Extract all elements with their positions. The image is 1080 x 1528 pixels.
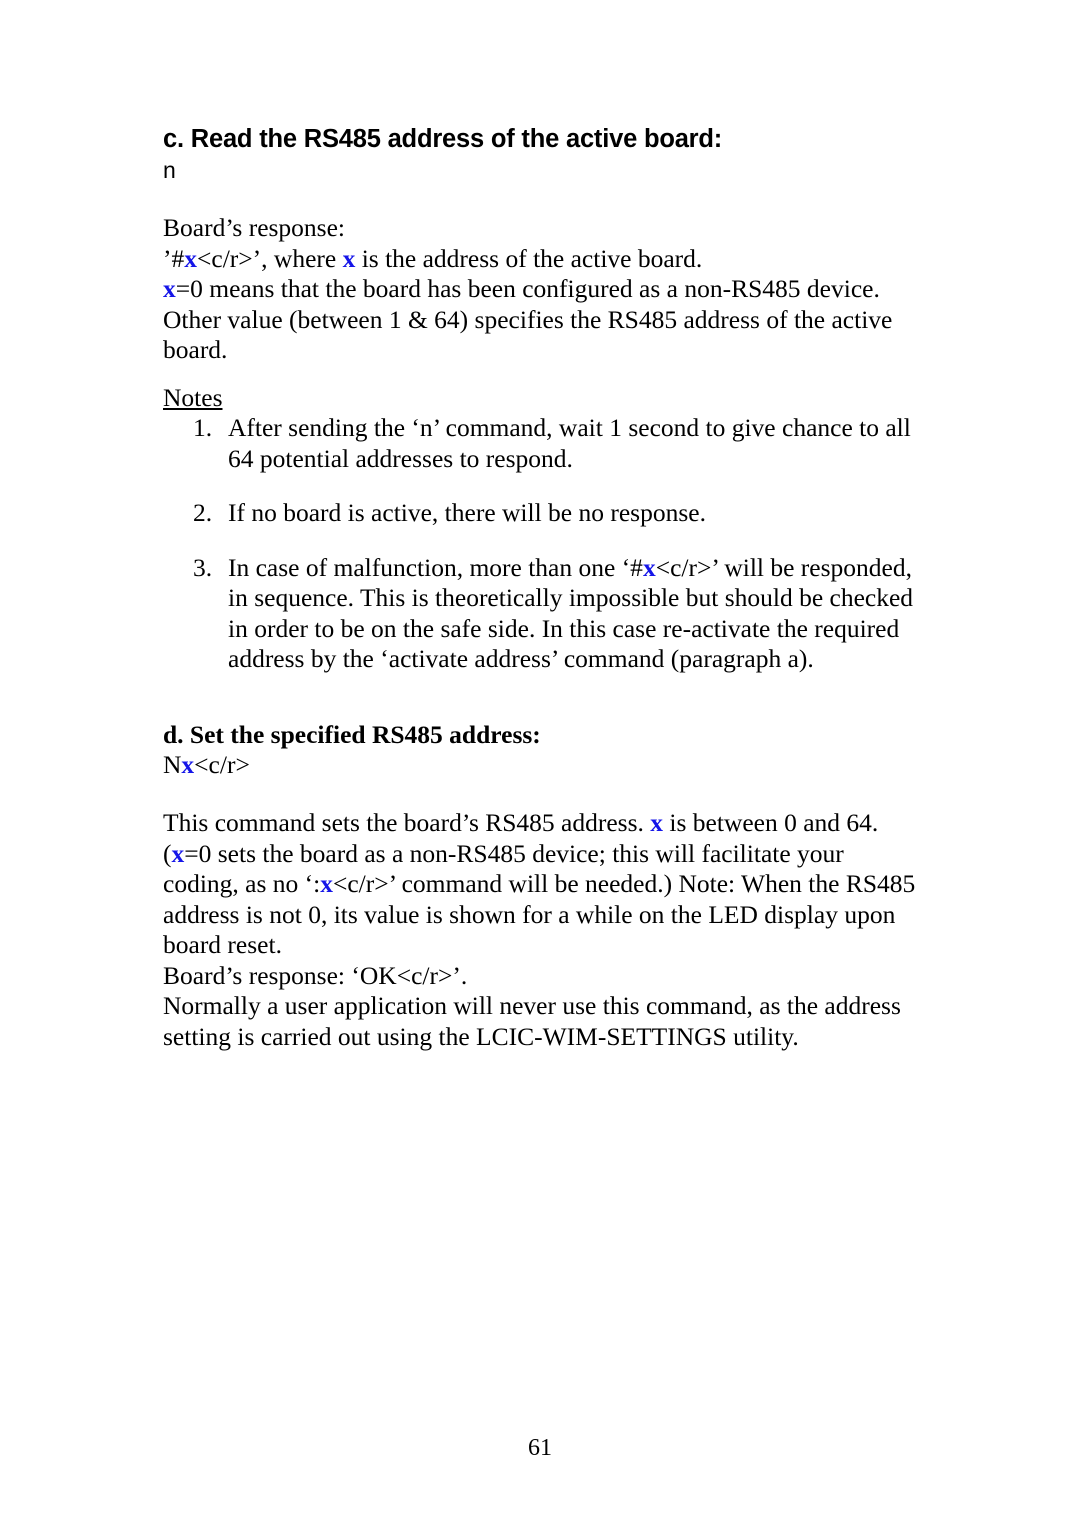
note-text: In case of malfunction, more than one ‘#… <box>228 553 925 675</box>
section-c-command: n <box>163 157 176 183</box>
section-d-command: Nx<c/r> <box>163 750 925 781</box>
section-d-response-line: Board’s response: ‘OK<c/r>’. <box>163 960 468 990</box>
variable-x: x <box>642 552 656 582</box>
section-c-other-value-line: Other value (between 1 & 64) specifies t… <box>163 304 893 365</box>
page-content: c. Read the RS485 address of the active … <box>163 124 925 1052</box>
variable-x: x <box>342 243 356 273</box>
notes-label: Notes <box>163 382 223 412</box>
note-text: After sending the ‘n’ command, wait 1 se… <box>228 413 911 473</box>
document-page: c. Read the RS485 address of the active … <box>0 0 1080 1528</box>
body-text-1: This command sets the board’s RS485 addr… <box>163 808 651 837</box>
section-c-zero-value-line: x=0 means that the board has been config… <box>163 274 925 305</box>
note-text-before: In case of malfunction, more than one ‘# <box>228 552 643 582</box>
variable-x: x <box>181 749 195 779</box>
note-item: 2. If no board is active, there will be … <box>163 498 925 529</box>
variable-x: x <box>650 808 664 837</box>
zero-line-text: =0 means that the board has been configu… <box>175 274 880 303</box>
variable-x: x <box>184 243 197 273</box>
note-number: 1. <box>193 413 213 442</box>
section-d-body: This command sets the board’s RS485 addr… <box>163 808 925 961</box>
note-text: If no board is active, there will be no … <box>228 498 706 527</box>
notes-heading-wrap: Notes <box>163 383 925 414</box>
variable-x: x <box>163 274 176 303</box>
page-number: 61 <box>528 1435 552 1461</box>
response-prefix: ’# <box>163 243 185 273</box>
response-mid: <c/r>’, where <box>197 243 343 273</box>
section-c-heading: c. Read the RS485 address of the active … <box>163 125 723 153</box>
section-d-closing-text: Normally a user application will never u… <box>163 991 901 1051</box>
response-suffix: is the address of the active board. <box>355 243 703 273</box>
command-suffix: <c/r> <box>194 749 250 779</box>
section-c-response-label: Board’s response: <box>163 213 346 242</box>
variable-x: x <box>171 838 185 868</box>
command-prefix: N <box>163 749 182 779</box>
note-item: 3. In case of malfunction, more than one… <box>163 553 925 675</box>
variable-x: x <box>320 869 333 898</box>
section-d-heading: d. Set the specified RS485 address: <box>163 719 541 749</box>
note-number: 3. <box>193 552 213 582</box>
section-c-response-format: ’#x<c/r>’, where x is the address of the… <box>163 244 925 275</box>
notes-list: 1. After sending the ‘n’ command, wait 1… <box>163 413 925 675</box>
note-item: 1. After sending the ‘n’ command, wait 1… <box>163 413 925 474</box>
note-number: 2. <box>193 498 213 527</box>
